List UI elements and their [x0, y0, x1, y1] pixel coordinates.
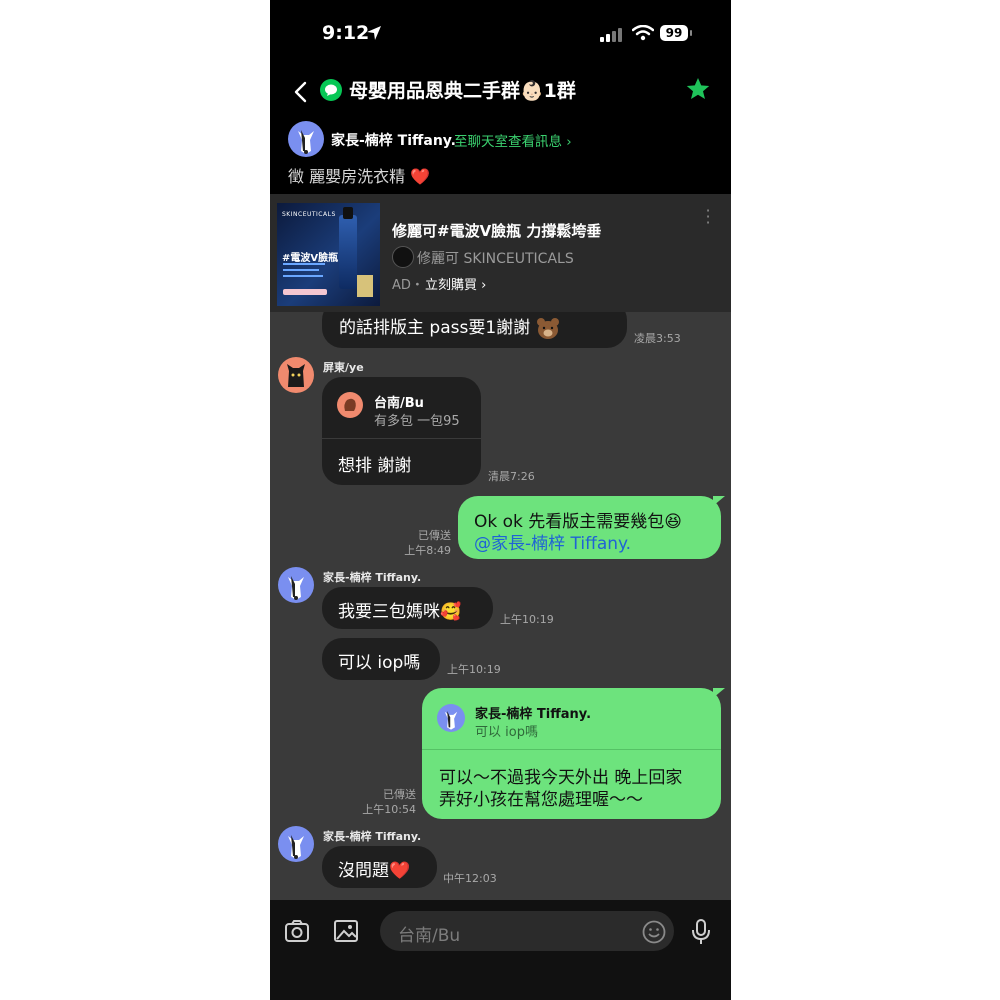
message-input-placeholder: 台南/Bu [398, 926, 461, 946]
mention-link[interactable]: @家長-楠梓 Tiffany. [474, 529, 631, 554]
message-bubble[interactable]: 我要三包媽咪🥰 [322, 587, 493, 629]
wifi-icon [632, 25, 654, 41]
reply-avatar [437, 704, 465, 732]
location-arrow-icon [367, 26, 381, 40]
ad-brand-logo [392, 246, 414, 268]
ad-image-headline: #電波V臉瓶 [282, 253, 339, 264]
reply-avatar [337, 392, 363, 418]
bear-emoji-icon [536, 318, 559, 339]
bubble-tail [713, 688, 725, 698]
message-bubble[interactable]: 可以 iop嗎 [322, 638, 440, 680]
signal-icon [600, 28, 622, 42]
input-bar: 台南/Bu [270, 900, 731, 1000]
camera-icon[interactable] [284, 918, 310, 944]
message-bubble[interactable]: Ok ok 先看版主需要幾包😆 @家長-楠梓 Tiffany. [458, 496, 721, 559]
chat-header: 母嬰用品恩典二手群👶🏻1群 家長-楠梓 Tiffany. 至聊天室查看訊息 › … [270, 66, 731, 194]
message-text: 的話排版主 pass要1謝謝 [339, 318, 531, 338]
reply-name: 台南/Bu [374, 396, 424, 411]
message-meta: 已傳送 上午10:54 [346, 787, 416, 817]
back-icon[interactable] [288, 78, 316, 106]
reply-text: 可以 iop嗎 [475, 725, 538, 740]
reply-divider [322, 438, 481, 439]
announcement-link[interactable]: 至聊天室查看訊息 › [454, 130, 572, 150]
read-status: 已傳送 [418, 529, 451, 542]
ad-buy-now-link[interactable]: 立刻購買 › [425, 274, 486, 293]
message-text: 可以 iop嗎 [338, 653, 421, 673]
message-bubble[interactable]: 台南/Bu 有多包 一包95 想排 謝謝 [322, 377, 481, 485]
announcement-avatar [288, 121, 324, 157]
more-options-icon[interactable]: · · · [705, 203, 711, 231]
status-bar: 9:12 99 [270, 0, 731, 66]
phone-screen: 9:12 99 母嬰用品恩典二手群👶🏻1群 家長-楠梓 Tiffany. 至聊天… [270, 0, 731, 1000]
message-bubble[interactable]: 沒問題❤️ [322, 846, 437, 888]
ad-brand: 修麗可 SKINCEUTICALS [417, 251, 574, 267]
group-title[interactable]: 母嬰用品恩典二手群👶🏻1群 [349, 76, 576, 103]
avatar[interactable] [278, 567, 314, 603]
announcement-text[interactable]: 徵 麗嬰房洗衣精 ❤️ [288, 163, 430, 187]
message-time: 上午10:19 [447, 663, 501, 676]
ad-banner[interactable]: SKINCEUTICALS #電波V臉瓶 修麗可#電波V臉瓶 力撐鬆垮垂 修麗可… [270, 194, 731, 312]
message-time: 上午10:19 [500, 613, 554, 626]
ad-label: AD・ [392, 278, 424, 293]
ad-image[interactable]: SKINCEUTICALS #電波V臉瓶 [277, 203, 380, 306]
status-time: 9:12 [322, 22, 370, 44]
avatar[interactable] [278, 826, 314, 862]
bubble-tail [713, 496, 725, 506]
message-time: 上午8:49 [404, 544, 451, 557]
openchat-icon [320, 79, 342, 101]
sender-name: 屏東/ye [323, 361, 364, 374]
image-icon[interactable] [333, 918, 359, 944]
message-time: 清晨7:26 [488, 470, 535, 483]
sender-name: 家長-楠梓 Tiffany. [323, 571, 422, 584]
reply-text: 有多包 一包95 [374, 414, 460, 429]
star-icon[interactable] [685, 76, 711, 102]
ad-title[interactable]: 修麗可#電波V臉瓶 力撐鬆垮垂 [392, 220, 601, 241]
announcement-sender: 家長-楠梓 Tiffany. [331, 133, 456, 149]
message-time: 上午10:54 [362, 803, 416, 816]
message-text: 沒問題❤️ [338, 861, 411, 881]
sender-name: 家長-楠梓 Tiffany. [323, 830, 422, 843]
mic-icon[interactable] [690, 918, 712, 946]
message-text: 想排 謝謝 [338, 456, 412, 476]
read-status: 已傳送 [383, 788, 416, 801]
emoji-icon[interactable] [641, 919, 667, 945]
message-text: 我要三包媽咪🥰 [338, 602, 462, 622]
message-bubble[interactable]: 家長-楠梓 Tiffany. 可以 iop嗎 可以～不過我今天外出 晚上回家 弄… [422, 688, 721, 819]
message-meta: 已傳送 上午8:49 [380, 528, 451, 558]
battery-tip [690, 30, 692, 36]
reply-name: 家長-楠梓 Tiffany. [475, 707, 592, 722]
reply-divider [422, 749, 721, 750]
battery-indicator: 99 [660, 25, 688, 41]
ad-image-brand: SKINCEUTICALS [282, 211, 336, 218]
avatar[interactable] [278, 357, 314, 393]
message-time: 凌晨3:53 [634, 332, 681, 345]
message-text-line-2: 弄好小孩在幫您處理喔～～ [439, 790, 643, 810]
message-time: 中午12:03 [443, 872, 497, 885]
